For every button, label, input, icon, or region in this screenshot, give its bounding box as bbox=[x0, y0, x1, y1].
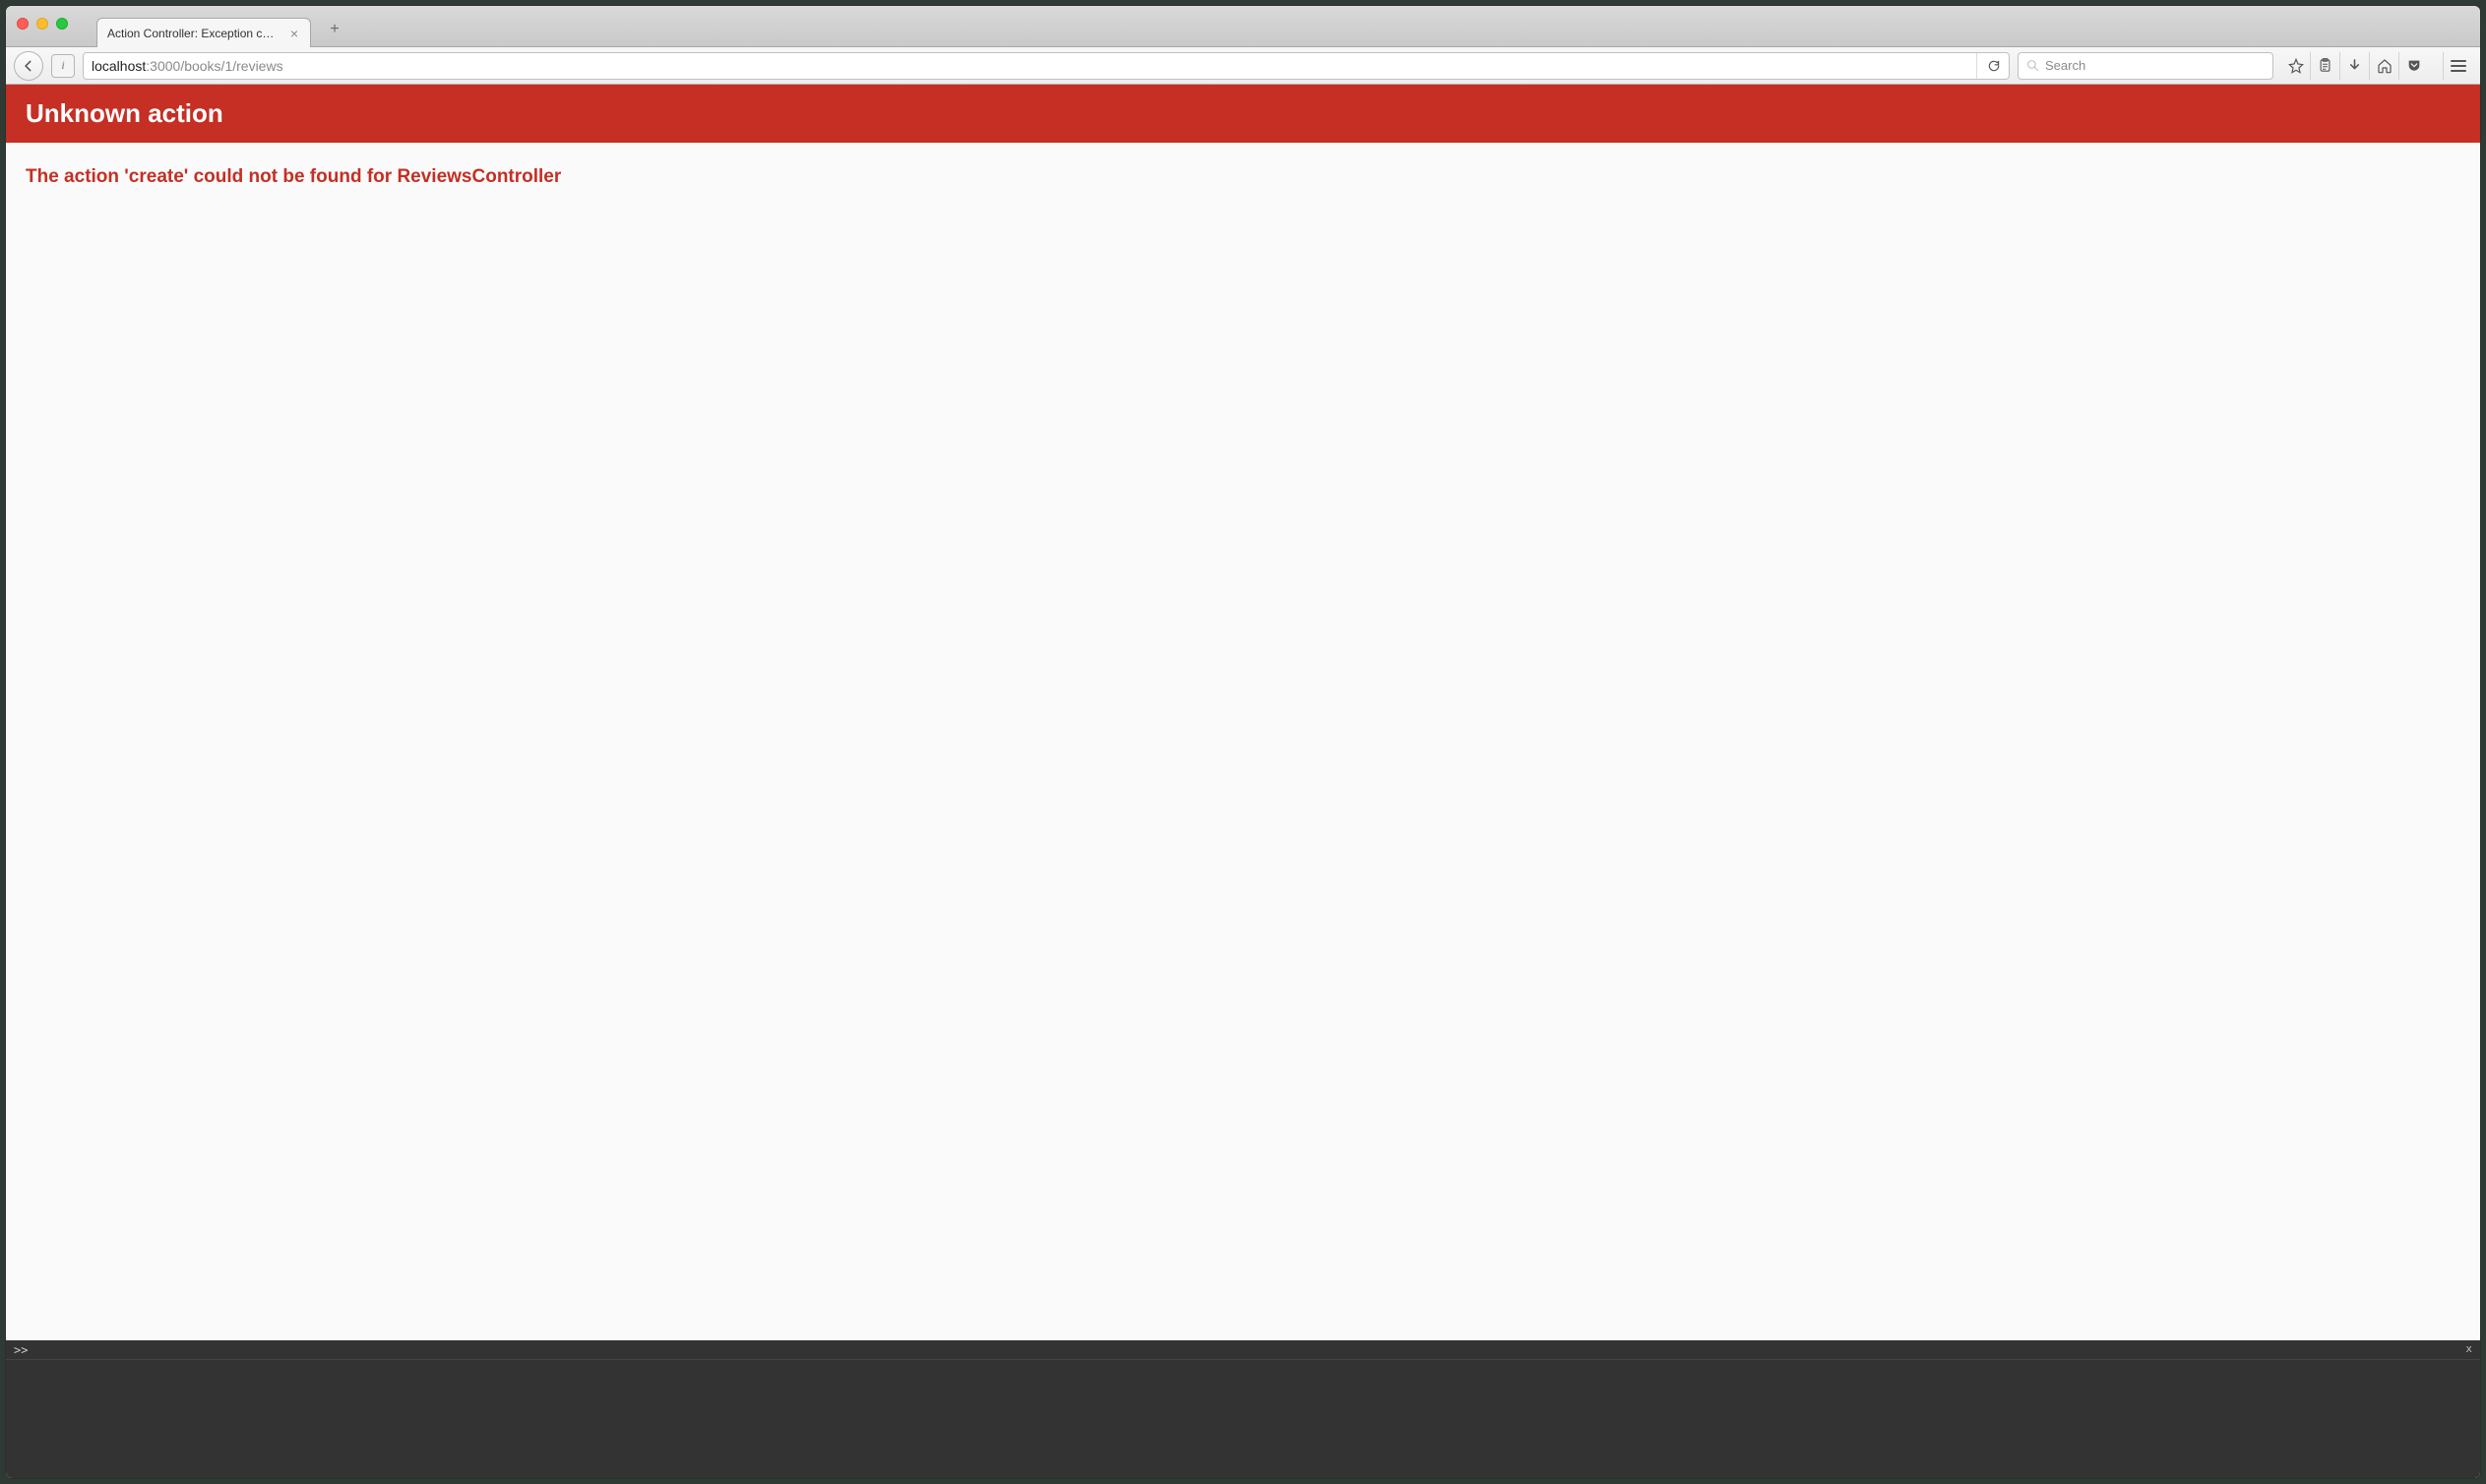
url-host: localhost bbox=[92, 58, 146, 74]
error-message: The action 'create' could not be found f… bbox=[6, 143, 2480, 188]
window-minimize-button[interactable] bbox=[36, 18, 48, 30]
downloads-button[interactable] bbox=[2340, 52, 2370, 80]
arrow-left-icon bbox=[22, 59, 35, 73]
url-path: /books/1/reviews bbox=[180, 58, 282, 74]
window-close-button[interactable] bbox=[17, 18, 29, 30]
search-icon bbox=[2026, 59, 2039, 72]
console-close-button[interactable]: x bbox=[2465, 1342, 2472, 1355]
clipboard-icon bbox=[2318, 58, 2332, 73]
reload-button[interactable] bbox=[1976, 53, 2001, 79]
address-bar[interactable]: localhost:3000/books/1/reviews bbox=[83, 52, 2010, 80]
toolbar-icons bbox=[2281, 52, 2429, 80]
back-button[interactable] bbox=[14, 51, 43, 81]
home-button[interactable] bbox=[2370, 52, 2399, 80]
bookmark-star-button[interactable] bbox=[2281, 52, 2311, 80]
console-prompt: >> bbox=[14, 1343, 28, 1357]
window-zoom-button[interactable] bbox=[56, 18, 68, 30]
console-prompt-bar[interactable]: >> x bbox=[6, 1340, 2480, 1360]
plus-icon: + bbox=[330, 21, 339, 38]
hamburger-icon bbox=[2451, 60, 2466, 62]
reading-list-button[interactable] bbox=[2311, 52, 2340, 80]
menu-button[interactable] bbox=[2443, 52, 2472, 80]
download-arrow-icon bbox=[2347, 58, 2362, 73]
reload-icon bbox=[1987, 59, 2001, 73]
web-console: >> x bbox=[6, 1340, 2480, 1478]
error-header: Unknown action bbox=[6, 85, 2480, 143]
star-icon bbox=[2288, 58, 2304, 74]
pocket-icon bbox=[2406, 58, 2422, 74]
info-icon: i bbox=[61, 58, 64, 73]
home-icon bbox=[2377, 58, 2393, 74]
url-port: :3000 bbox=[146, 58, 180, 74]
browser-window: Action Controller: Exception ca... × + i… bbox=[6, 6, 2480, 1478]
page-viewport: Unknown action The action 'create' could… bbox=[6, 85, 2480, 1478]
new-tab-button[interactable]: + bbox=[321, 19, 348, 40]
url-toolbar: i localhost:3000/books/1/reviews Search bbox=[6, 47, 2480, 85]
search-box[interactable]: Search bbox=[2018, 52, 2273, 80]
browser-tab[interactable]: Action Controller: Exception ca... × bbox=[96, 18, 311, 47]
tab-close-button[interactable]: × bbox=[288, 27, 300, 40]
site-info-button[interactable]: i bbox=[51, 54, 75, 78]
traffic-lights bbox=[17, 18, 68, 30]
titlebar: Action Controller: Exception ca... × + bbox=[6, 6, 2480, 47]
tab-title: Action Controller: Exception ca... bbox=[107, 27, 275, 40]
search-placeholder: Search bbox=[2045, 58, 2085, 73]
pocket-button[interactable] bbox=[2399, 52, 2429, 80]
